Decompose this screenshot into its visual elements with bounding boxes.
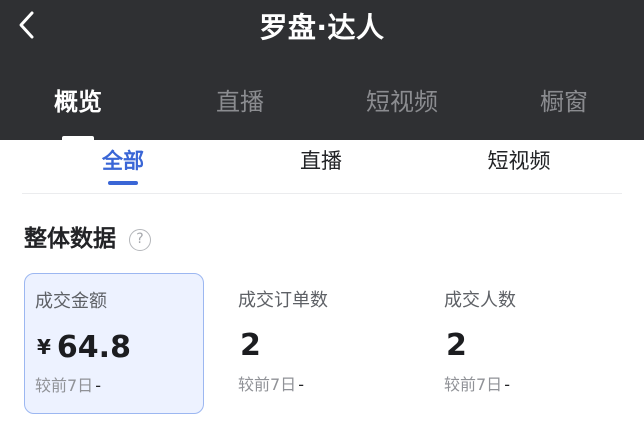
metric-compare: 较前7日 - (444, 374, 510, 396)
metric-value-number: 2 (240, 328, 261, 363)
page-title: 罗盘·达人 (259, 11, 385, 44)
sub-tab-indicator (108, 181, 138, 185)
metric-value-number: 64.8 (56, 330, 131, 365)
metric-value: 2 (446, 327, 467, 365)
compare-label: 较前7日 (238, 375, 297, 394)
compare-value: - (298, 375, 304, 394)
metric-value: ¥64.8 (37, 328, 131, 367)
metric-card-orders[interactable]: 成交订单数 2 较前7日 - (228, 273, 408, 414)
metric-card-buyers[interactable]: 成交人数 2 较前7日 - (434, 273, 614, 414)
compare-value: - (95, 376, 101, 395)
metric-compare: 较前7日 - (238, 374, 304, 396)
compare-value: - (504, 375, 510, 394)
sub-tab-short-video[interactable]: 短视频 (459, 146, 579, 176)
divider (22, 193, 622, 194)
metric-value-number: 2 (446, 328, 467, 363)
sub-tab-live[interactable]: 直播 (261, 146, 381, 176)
metric-label: 成交金额 (35, 291, 107, 312)
section-title: 整体数据 (24, 226, 116, 252)
main-tab-showcase[interactable]: 橱窗 (499, 84, 629, 120)
currency-symbol: ¥ (37, 335, 51, 359)
metric-compare: 较前7日 - (35, 375, 101, 397)
main-tab-short-video[interactable]: 短视频 (337, 84, 467, 120)
metric-value: 2 (240, 327, 261, 365)
main-tab-overview[interactable]: 概览 (13, 84, 143, 120)
top-header: 罗盘·达人 概览 直播 短视频 橱窗 (0, 0, 644, 140)
main-tab-bar: 概览 直播 短视频 橱窗 (0, 84, 644, 120)
question-circle-icon[interactable]: ? (129, 229, 151, 251)
sub-tab-all[interactable]: 全部 (63, 146, 183, 176)
main-tab-live[interactable]: 直播 (175, 84, 305, 120)
compare-label: 较前7日 (444, 375, 503, 394)
metric-label: 成交订单数 (238, 290, 328, 311)
compare-label: 较前7日 (35, 376, 94, 395)
metric-label: 成交人数 (444, 290, 516, 311)
sub-tab-bar: 全部 直播 短视频 (0, 140, 644, 194)
metric-card-gmv[interactable]: 成交金额 ¥64.8 较前7日 - (24, 273, 204, 414)
